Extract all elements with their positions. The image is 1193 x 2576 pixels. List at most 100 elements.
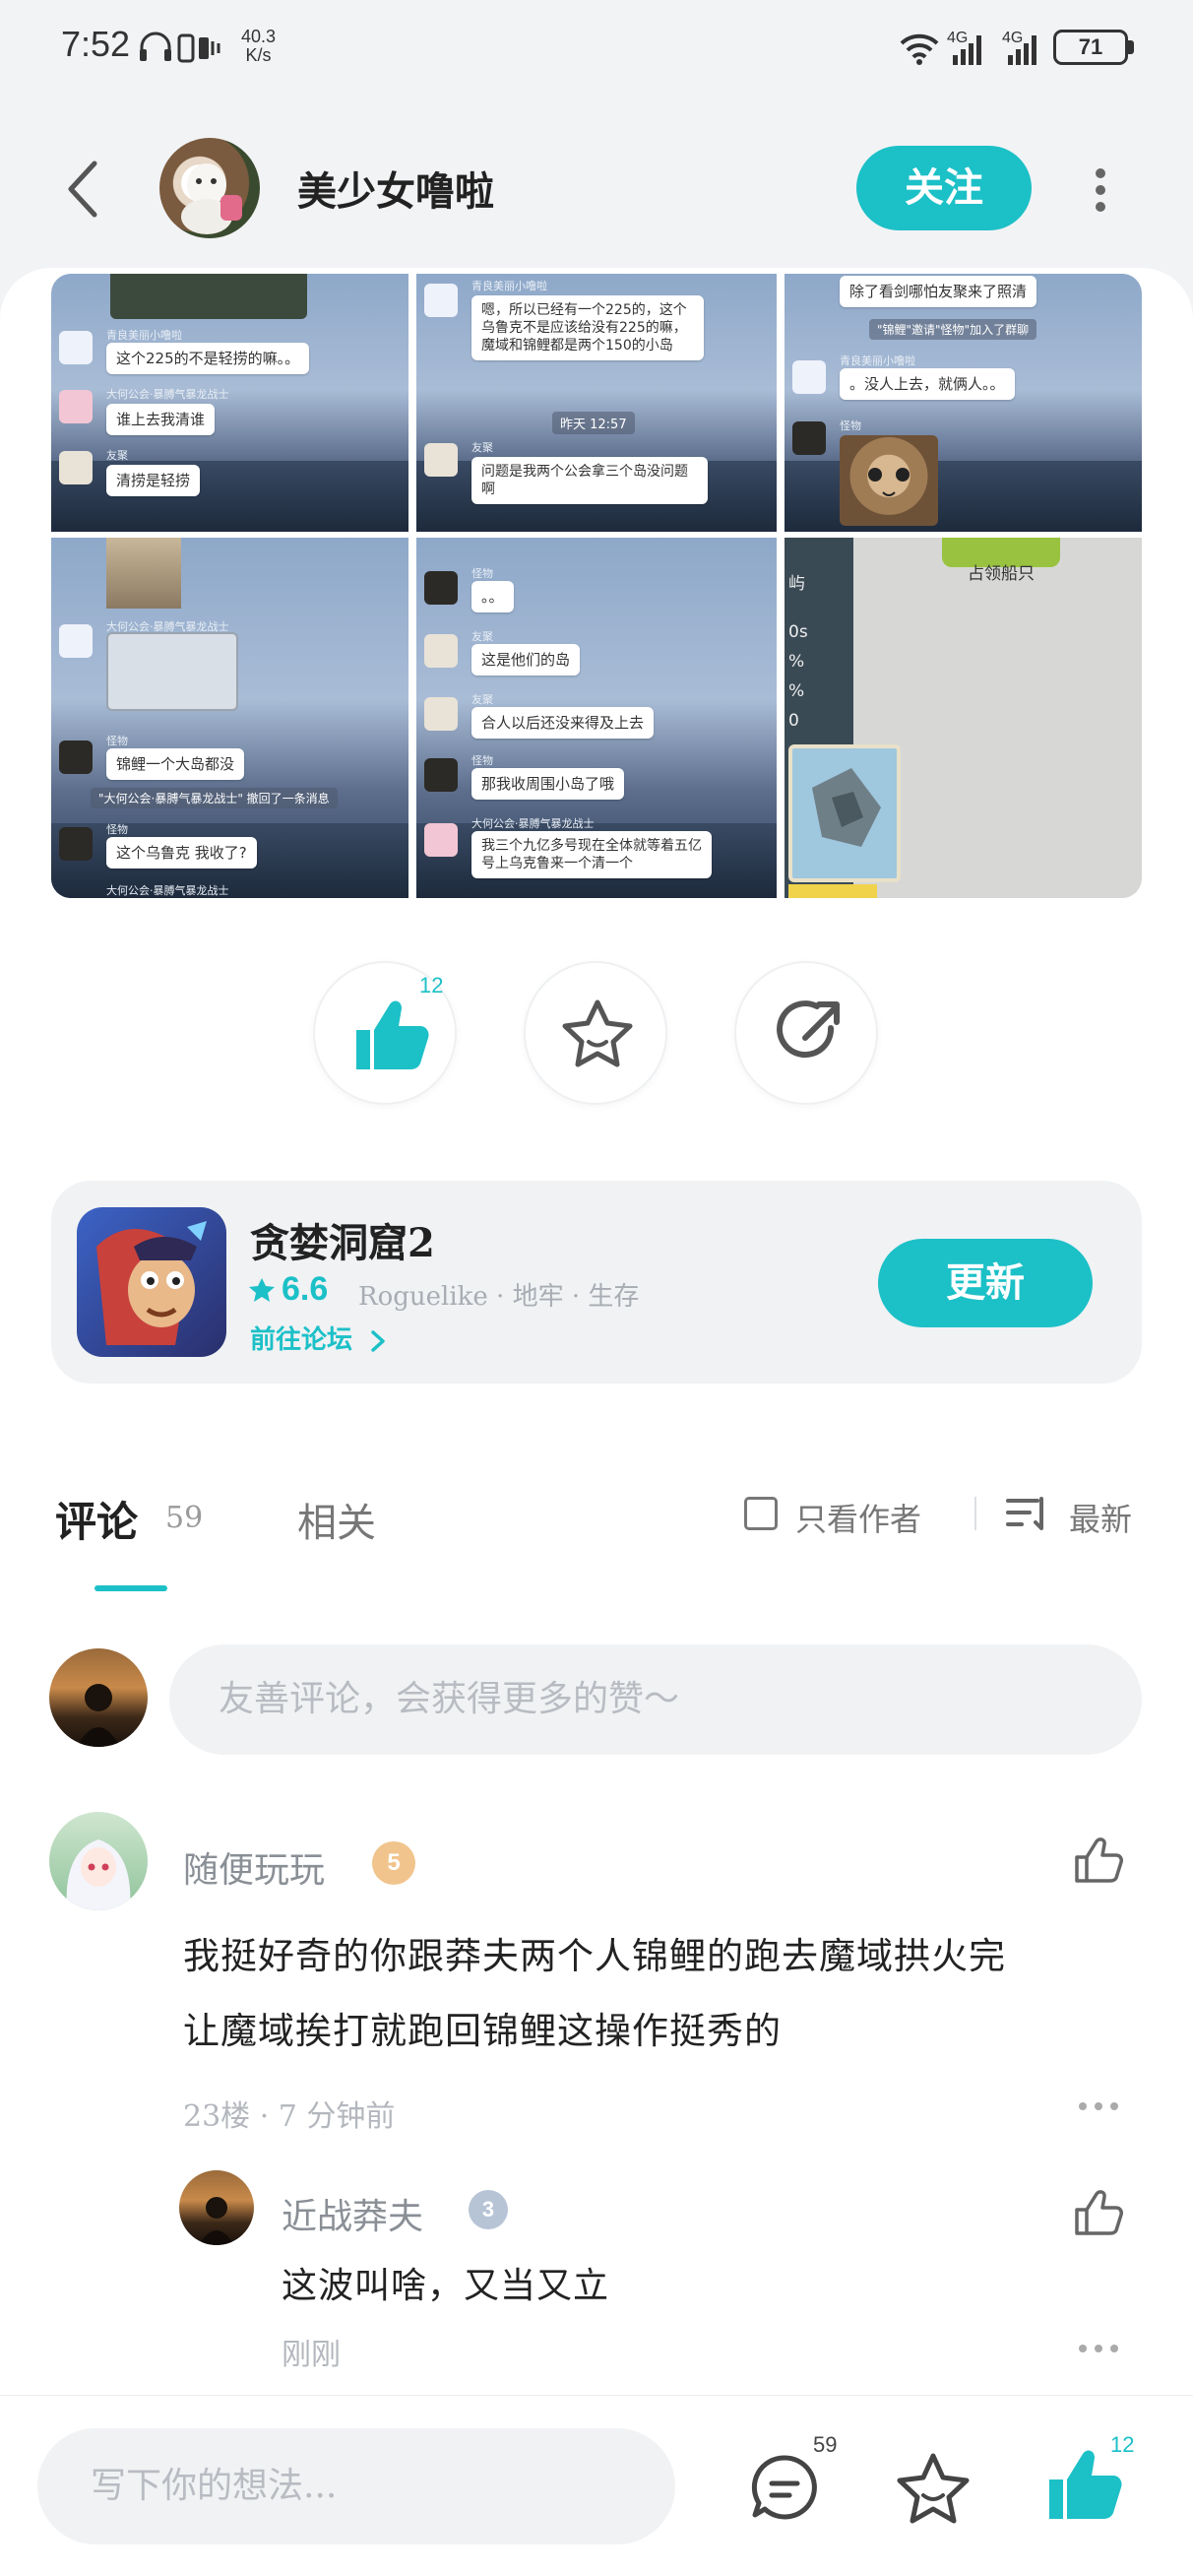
chat-sender: 大何公会·暴膊气暴龙战士 [106,388,229,401]
star-icon [562,999,633,1067]
avatar-image [66,1839,131,1910]
screenshot-thumb-2[interactable]: 青良美丽小噜啦 嗯，所以已经有一个225的，这个乌鲁克不是应该给没有225的嘛，… [416,274,777,532]
game-map-tile [788,744,901,882]
screenshot-thumb-6[interactable]: 占领船只 屿 0s % % 0 [785,538,1142,898]
game-name[interactable]: 贪婪洞窟2 [250,1211,435,1268]
game-ui-title: 占领船只 [968,564,1035,584]
comment-username[interactable]: 随便玩玩 [183,1841,325,1893]
sort-label[interactable]: 最新 [1069,1495,1132,1540]
chat-message: 。没人上去，就俩人。。 [840,368,1015,400]
level-badge: 5 [372,1841,415,1885]
chat-message: 我三个九亿多号现在全体就等着五亿号上乌克鲁来一个清一个 [471,831,712,878]
chat-message: 清捞是轻捞 [106,465,201,496]
follow-button[interactable]: 关注 [856,146,1032,230]
chat-sender: 青良美丽小噜啦 [840,354,915,367]
comment-icon[interactable] [748,2452,821,2525]
chat-sender: 怪物 [840,419,861,432]
chat-sender: 青良美丽小噜啦 [106,329,182,342]
chat-sender: 大何公会·暴膊气暴龙战士 [106,884,229,897]
avatar-image [77,1684,120,1747]
back-arrow-icon[interactable] [61,158,104,221]
bottom-thumbs-up-icon[interactable] [1043,2448,1122,2525]
like-count: 12 [419,973,444,998]
only-author-label[interactable]: 只看作者 [795,1495,921,1540]
share-button[interactable] [734,961,878,1105]
screenshot-thumb-5[interactable]: 怪物 。。 友聚 这是他们的岛 友聚 合人以后还没来得及上去 怪物 那我收周围小… [416,538,777,898]
chat-message: 合人以后还没来得及上去 [471,707,655,739]
chat-message: 那我收周围小岛了哦 [471,768,625,800]
comments-section [0,1449,1193,2395]
author-name[interactable]: 美少女噜啦 [297,160,494,217]
comments-count: 59 [165,1501,204,1535]
screenshot-thumb-1[interactable]: 青良美丽小噜啦 这个225的不是轻捞的嘛。。 大何公会·暴膊气暴龙战士 谁上去我… [51,274,408,532]
more-horizontal-icon[interactable] [1077,2342,1120,2355]
bottom-comment-input[interactable]: 写下你的想法... [37,2428,675,2544]
chat-message: 。。 [471,581,514,612]
screenshot-thumb-3[interactable]: 除了看剑哪怕友聚来了照清 "锦鲤"邀请"怪物"加入了群聊 青良美丽小噜啦 。没人… [785,274,1142,532]
game-rating: 6.6 [282,1270,329,1308]
bottom-star-icon[interactable] [896,2450,971,2525]
update-button[interactable]: 更新 [878,1239,1093,1327]
reply-avatar[interactable] [179,2170,254,2245]
reply-text: 这波叫啥，又当又立 [282,2266,610,2306]
game-ui-text: % [788,681,805,701]
chat-message: 这个225的不是轻捞的嘛。。 [106,343,310,374]
level-badge-value: 3 [481,2197,495,2222]
rating-star-icon [249,1278,275,1302]
favorite-button[interactable] [524,961,667,1105]
bottom-like-count: 12 [1110,2432,1135,2457]
chat-system-notice: "大何公会·暴膊气暴龙战士" 撤回了一条消息 [91,788,338,808]
status-icons [140,32,220,63]
image-grid: 青良美丽小噜啦 这个225的不是轻捞的嘛。。 大何公会·暴膊气暴龙战士 谁上去我… [51,274,1142,898]
chat-message: 谁上去我清谁 [106,404,216,435]
net-speed: 40.3 K/s [241,28,276,65]
chat-sender: 怪物 [106,735,128,747]
sort-icon[interactable] [1004,1495,1049,1534]
chat-sender: 友聚 [471,441,493,454]
only-author-checkbox[interactable] [744,1497,778,1530]
my-avatar[interactable] [49,1648,148,1747]
chevron-right-icon [371,1330,385,1352]
reply-meta: 刚刚 [282,2338,341,2372]
game-character-image [96,1221,207,1345]
comment-avatar[interactable] [49,1812,148,1910]
chat-message: 除了看剑哪怕友聚来了照清 [840,276,1037,307]
net-speed-value: 40.3 [241,27,277,46]
comment-text-line-1: 我挺好奇的你跟莽夫两个人锦鲤的跑去魔域拱火完 [183,1935,1006,1977]
author-avatar[interactable] [159,138,260,238]
tab-related[interactable]: 相关 [297,1491,376,1548]
chat-sender: 友聚 [471,630,493,643]
tab-comments[interactable]: 评论 [55,1489,138,1549]
chat-sender: 怪物 [471,754,493,767]
reply-like-icon[interactable] [1073,2188,1124,2237]
more-vertical-icon[interactable] [1083,165,1118,215]
status-bar: 7:52 40.3 K/s 4G 4G 71 [0,0,1193,94]
comment-input[interactable]: 友善评论，会获得更多的赞～ [169,1644,1142,1755]
game-tags: Roguelike · 地牢 · 生存 [358,1282,640,1312]
screenshot-thumb-4[interactable]: 大何公会·暴膊气暴龙战士 怪物 锦鲤一个大岛都没 "大何公会·暴膊气暴龙战士" … [51,538,408,898]
comment-like-icon[interactable] [1073,1835,1124,1885]
wifi-icon [900,33,939,65]
game-ui-text: 0 [788,711,799,731]
chat-message: 这个乌鲁克 我收了? [106,837,257,869]
battery-icon: 71 [1053,30,1128,65]
share-icon [777,1000,840,1059]
comment-text-line-2: 让魔域挨打就跑回锦鲤这操作挺秀的 [183,2010,782,2052]
forum-link[interactable]: 前往论坛 [250,1320,389,1356]
chat-sender: 青良美丽小噜啦 [471,280,547,292]
level-badge: 3 [469,2190,508,2229]
chat-message: 锦鲤一个大岛都没 [106,748,245,780]
level-badge-value: 5 [387,1849,401,1876]
avatar-image [199,2197,234,2245]
game-icon[interactable] [77,1207,226,1357]
bottom-comment-count: 59 [813,2432,838,2457]
net-speed-unit: K/s [245,45,272,65]
game-ui-text: % [788,652,805,672]
signal-icon [953,35,981,65]
more-horizontal-icon[interactable] [1077,2099,1120,2113]
chat-sender: 怪物 [106,823,128,836]
chat-sender: 大何公会·暴膊气暴龙战士 [471,817,595,830]
status-time: 7:52 [61,24,131,64]
game-ui-text: 0s [788,622,808,642]
reply-username[interactable]: 近战莽夫 [282,2188,423,2239]
